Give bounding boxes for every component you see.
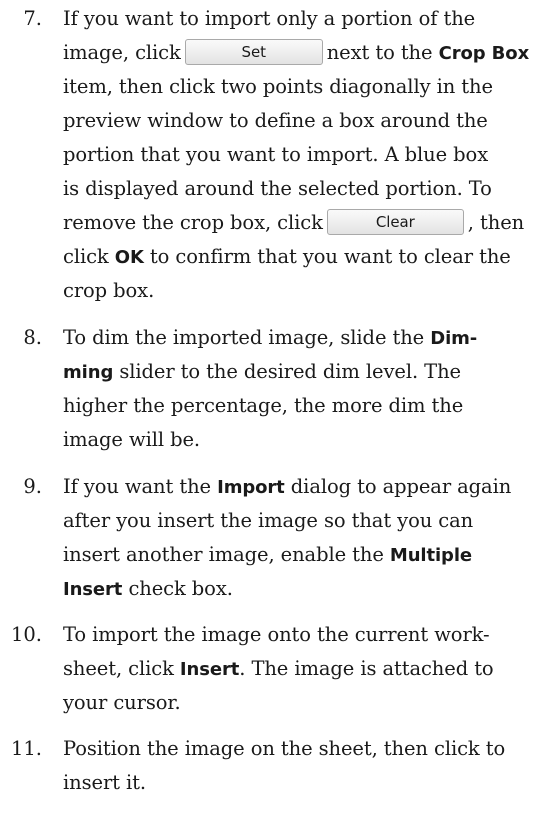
text-run: insert another image, enable the [63,543,384,566]
text-line: To import the image onto the current wor… [63,618,549,652]
text-line: crop box. [63,274,549,308]
text-run: to confirm that you want to clear the [149,245,511,268]
text-run: next to the [326,41,433,64]
text-run: To import the image onto the current wor… [63,623,490,646]
ui-term-insert: Insert [63,579,123,600]
text-line: your cursor. [63,686,549,720]
text-run: image will be. [63,428,200,451]
text-run: insert it. [63,771,146,794]
step-text: If you want the Import dialog to appear … [63,470,549,606]
text-line: click OK to confirm that you want to cle… [63,240,549,274]
clear-button-image: Clear [326,208,464,235]
text-run: dialog to appear again [290,475,512,498]
text-line: ming slider to the desired dim level. Th… [63,355,549,389]
text-line: sheet, click Insert. The image is attach… [63,652,549,686]
text-line: insert another image, enable the Multipl… [63,538,549,572]
text-line: To dim the imported image, slide the Dim… [63,321,549,355]
step-text: Position the image on the sheet, then cl… [63,732,549,800]
text-run: If you want to import only a portion of … [63,7,476,30]
ui-term-multiple: Multiple [389,545,473,566]
text-run: If you want the [63,475,211,498]
ui-term-ok: OK [114,247,144,268]
text-line: is displayed around the selected portion… [63,172,549,206]
text-line: item, then click two points diagonally i… [63,70,549,104]
text-line: remove the crop box, click Clear, then [63,206,549,240]
text-run: after you insert the image so that you c… [63,509,474,532]
text-run: Position the image on the sheet, then cl… [63,737,506,760]
text-run: item, then click two points diagonally i… [63,75,493,98]
text-line: Insert check box. [63,572,549,606]
text-line: after you insert the image so that you c… [63,504,549,538]
text-run: slider to the desired dim level. The [119,360,461,383]
instruction-page: 7. If you want to import only a portion … [0,0,554,823]
text-run: is displayed around the selected portion… [63,177,492,200]
text-run: click [63,245,109,268]
text-line: insert it. [63,766,549,800]
step-number: 10. [10,623,42,646]
text-run: remove the crop box, click [63,211,323,234]
text-line: If you want the Import dialog to appear … [63,470,549,504]
text-line: If you want to import only a portion of … [63,2,549,36]
text-run: portion that you want to import. A blue … [63,143,489,166]
text-run: image, click [63,41,181,64]
ui-term-crop-box: Crop Box [438,43,530,64]
step-number: 9. [23,475,42,498]
step-number: 8. [23,326,42,349]
text-run: check box. [128,577,233,600]
text-run: , then [467,211,525,234]
text-run: sheet, click [63,657,174,680]
step-text: If you want to import only a portion of … [63,2,549,308]
step-number: 11. [10,737,42,760]
text-line: image will be. [63,423,549,457]
text-line: portion that you want to import. A blue … [63,138,549,172]
step-text: To import the image onto the current wor… [63,618,549,720]
text-line: image, click Set next to the Crop Box [63,36,549,70]
ui-term-ming: ming [63,362,114,383]
text-run: To dim the imported image, slide the [63,326,425,349]
text-run: higher the percentage, the more dim the [63,394,464,417]
ui-term-import: Import [217,477,285,498]
text-run: . The image is attached to [239,657,494,680]
text-run: your cursor. [63,691,181,714]
text-line: preview window to define a box around th… [63,104,549,138]
ui-term-dim: Dim- [430,328,478,349]
text-line: higher the percentage, the more dim the [63,389,549,423]
step-number: 7. [23,7,42,30]
text-run: preview window to define a box around th… [63,109,488,132]
set-button-image: Set [184,38,323,65]
text-run: crop box. [63,279,155,302]
step-text: To dim the imported image, slide the Dim… [63,321,549,457]
text-line: Position the image on the sheet, then cl… [63,732,549,766]
ui-term-insert: Insert [179,659,240,680]
